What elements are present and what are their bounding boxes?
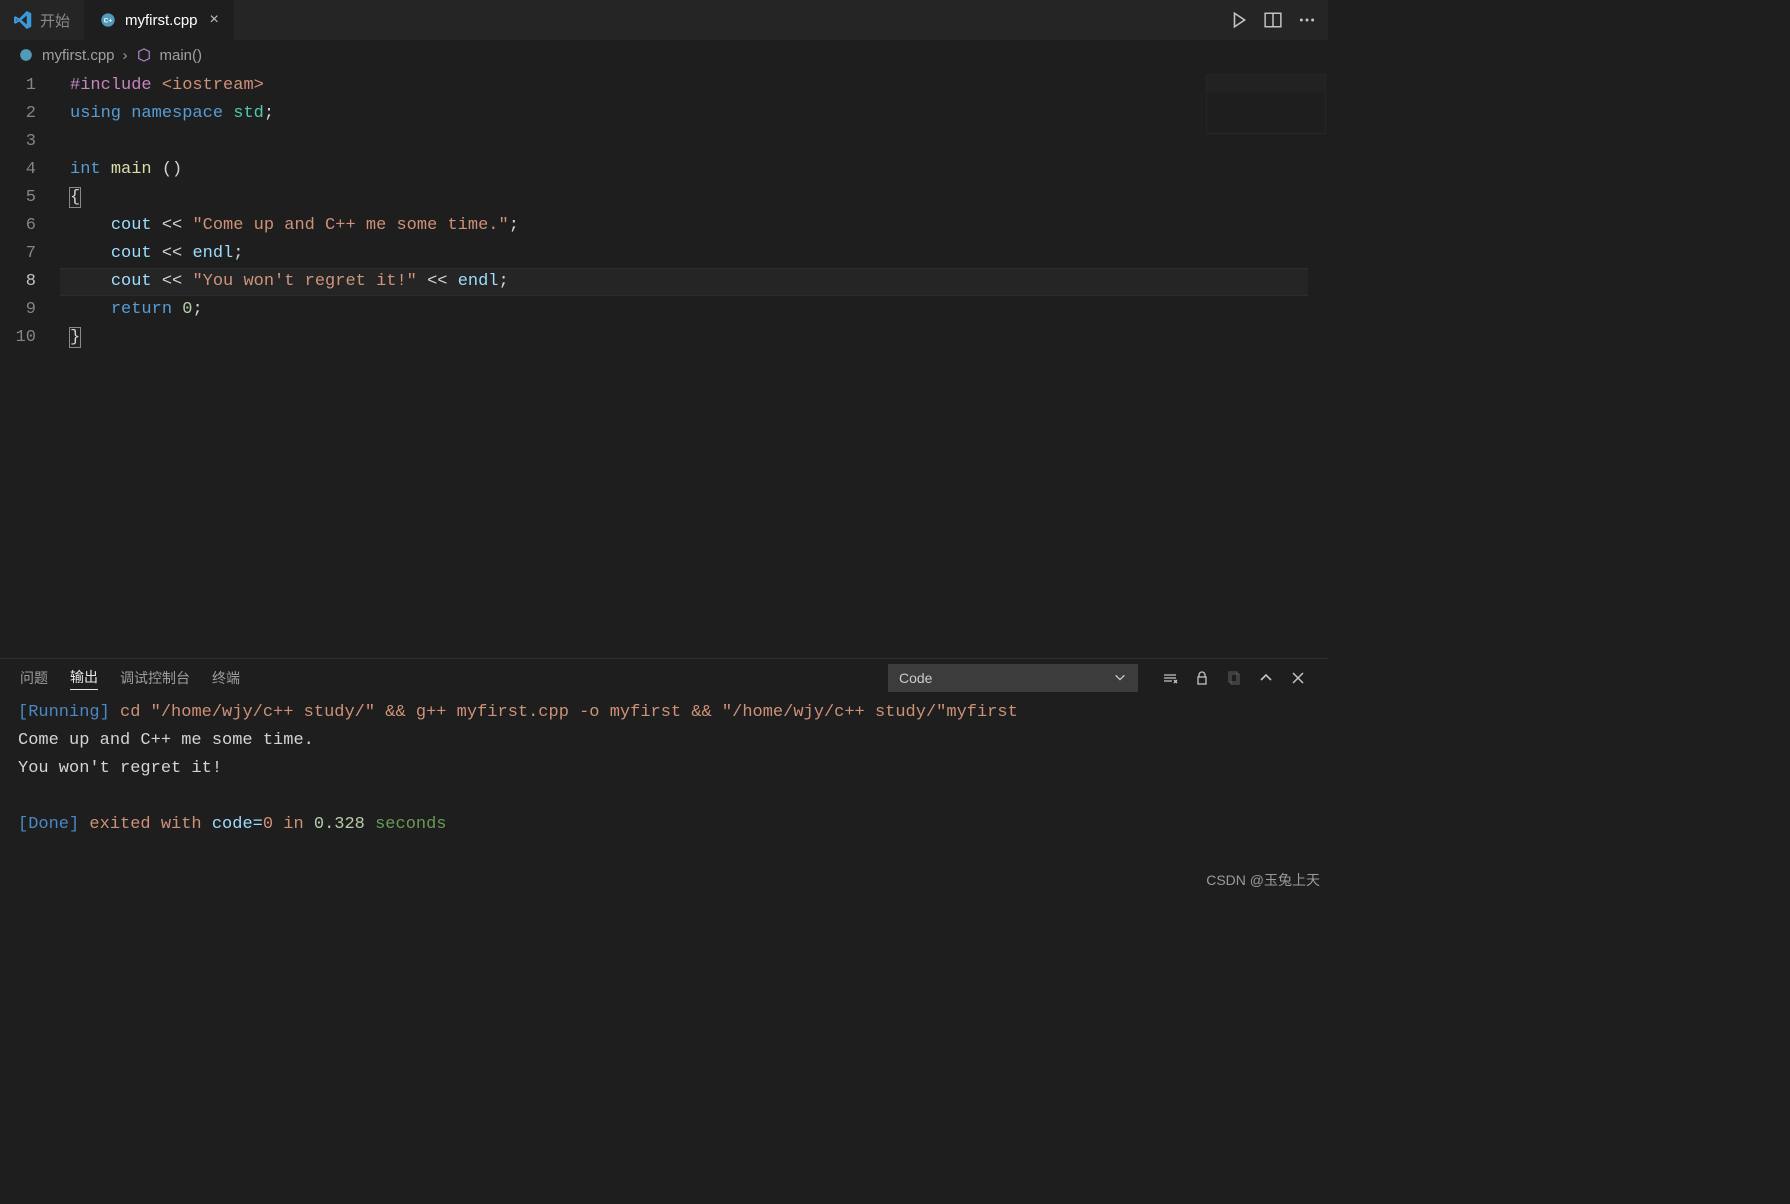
panel-tab-output[interactable]: 输出 (70, 667, 98, 690)
tab-label: 开始 (40, 10, 70, 31)
panel-tab-bar: 问题 输出 调试控制台 终端 Code (0, 659, 1328, 697)
output-done-tag: [Done] (18, 815, 79, 834)
line-number-gutter: 12345678910 (0, 70, 60, 658)
minimap[interactable] (1206, 74, 1326, 134)
output-command: cd "/home/wjy/c++ study/" && g++ myfirst… (110, 703, 1018, 722)
output-code-key: code= (212, 815, 263, 834)
panel-close-icon[interactable] (1288, 668, 1308, 688)
split-editor-icon[interactable] (1262, 9, 1284, 31)
clear-output-icon[interactable] (1160, 668, 1180, 688)
breadcrumb-file[interactable]: myfirst.cpp (42, 47, 115, 64)
code-line[interactable]: #include <iostream> (60, 72, 1328, 100)
code-line[interactable]: cout << "Come up and C++ me some time."; (60, 212, 1328, 240)
code-line[interactable]: } (60, 324, 1328, 352)
output-code-value: 0 (263, 815, 273, 834)
editor[interactable]: 12345678910 #include <iostream>using nam… (0, 70, 1328, 658)
vscode-icon (14, 11, 32, 29)
welcome-tab[interactable]: 开始 (0, 0, 85, 40)
chevron-right-icon: › (123, 47, 128, 64)
output-stdout-line: You won't regret it! (18, 759, 222, 778)
code-area[interactable]: #include <iostream>using namespace std; … (60, 70, 1328, 658)
run-icon[interactable] (1228, 9, 1250, 31)
code-line[interactable]: cout << endl; (60, 240, 1328, 268)
code-line[interactable]: using namespace std; (60, 100, 1328, 128)
output-stdout-line: Come up and C++ me some time. (18, 731, 314, 750)
code-line[interactable]: int main () (60, 156, 1328, 184)
panel-tab-problems[interactable]: 问题 (20, 668, 48, 688)
title-actions (1228, 0, 1328, 40)
open-log-icon (1224, 668, 1244, 688)
code-line[interactable]: cout << "You won't regret it!" << endl; (60, 268, 1328, 296)
output-text: exited with (79, 815, 212, 834)
tab-bar: 开始 C+ myfirst.cpp × (0, 0, 1328, 40)
select-value: Code (899, 670, 932, 686)
output-text: seconds (365, 815, 447, 834)
code-line[interactable]: { (60, 184, 1328, 212)
tab-label: myfirst.cpp (125, 12, 198, 29)
panel-actions (1160, 668, 1308, 688)
breadcrumb[interactable]: myfirst.cpp › main() (0, 40, 1328, 70)
symbol-method-icon (136, 47, 152, 63)
lock-scroll-icon[interactable] (1192, 668, 1212, 688)
panel-tab-terminal[interactable]: 终端 (212, 668, 240, 688)
svg-text:C+: C+ (104, 18, 113, 25)
output-channel-select[interactable]: Code (888, 664, 1138, 692)
output-text: in (273, 815, 314, 834)
code-line[interactable]: return 0; (60, 296, 1328, 324)
cpp-file-icon (18, 47, 34, 63)
watermark: CSDN @玉兔上天 (1206, 870, 1320, 890)
cpp-file-icon: C+ (99, 11, 117, 29)
more-actions-icon[interactable] (1296, 9, 1318, 31)
code-line[interactable] (60, 128, 1328, 156)
chevron-down-icon (1113, 670, 1127, 687)
panel-maximize-icon[interactable] (1256, 668, 1276, 688)
output-body[interactable]: [Running] cd "/home/wjy/c++ study/" && g… (0, 697, 1328, 894)
output-time: 0.328 (314, 815, 365, 834)
close-tab-icon[interactable]: × (210, 11, 219, 29)
panel-tab-debug-console[interactable]: 调试控制台 (120, 668, 190, 688)
file-tab[interactable]: C+ myfirst.cpp × (85, 0, 234, 40)
bottom-panel: 问题 输出 调试控制台 终端 Code [Running] cd "/home/… (0, 658, 1328, 894)
breadcrumb-symbol[interactable]: main() (160, 47, 203, 64)
output-running-tag: [Running] (18, 703, 110, 722)
